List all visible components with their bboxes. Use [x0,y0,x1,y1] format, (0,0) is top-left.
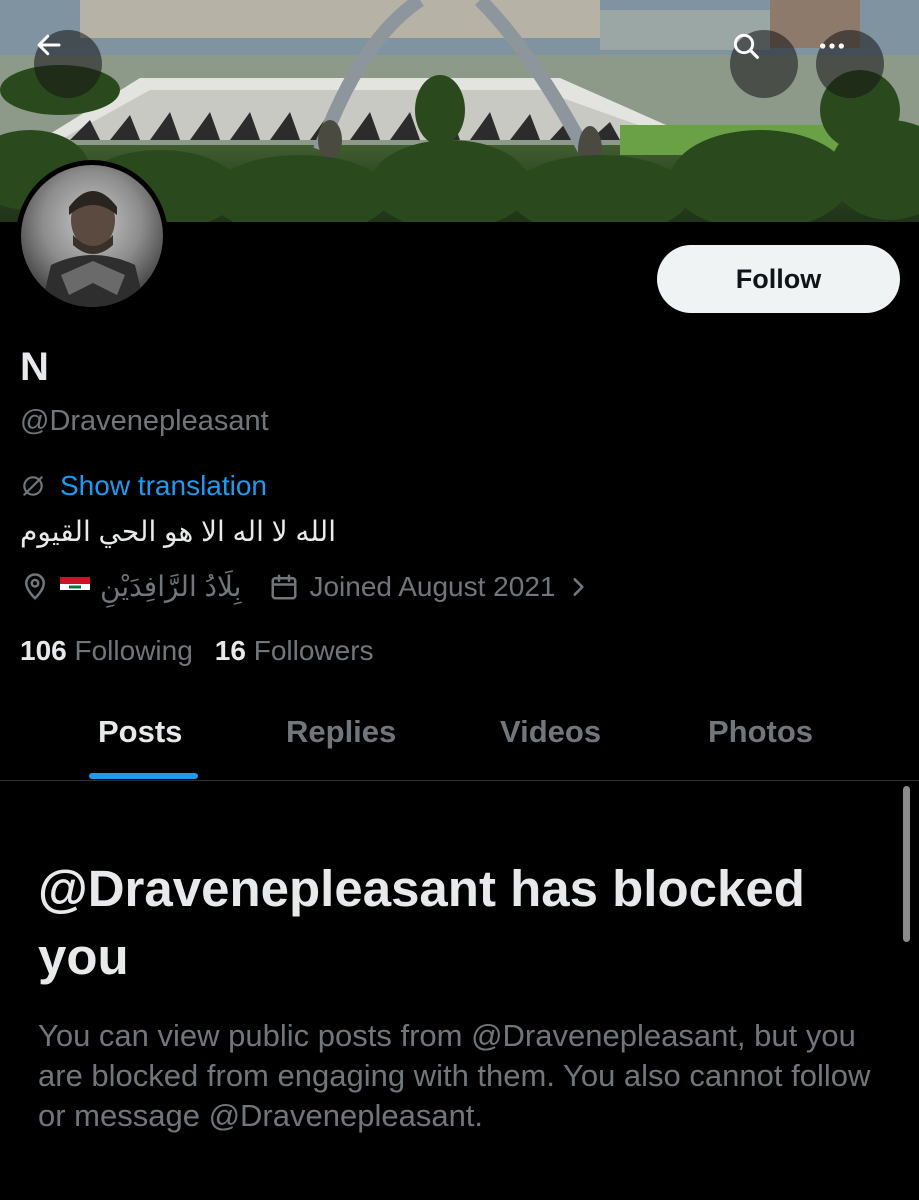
following-count: 106 [20,635,67,666]
active-tab-indicator [89,773,198,779]
joined-item[interactable]: Joined August 2021 [269,571,591,603]
followers-stat[interactable]: 16 Followers [215,635,374,667]
iraq-flag-icon [60,576,90,597]
more-horizontal-icon [820,43,844,49]
tab-photos[interactable]: Photos [708,714,813,750]
calendar-icon [271,574,297,599]
following-stat[interactable]: 106 Following [20,635,193,667]
tab-posts[interactable]: Posts [98,714,182,750]
search-button[interactable] [730,30,798,98]
avatar-image [21,165,163,307]
chevron-right-icon [573,577,585,596]
tab-videos[interactable]: Videos [500,714,601,750]
location-item: بِلَادُ الرَّافِدَيْنِ [20,570,241,603]
following-label: Following [74,635,193,666]
follow-button[interactable]: Follow [657,245,900,313]
arrow-left-icon [37,34,61,56]
more-button[interactable] [816,30,884,98]
joined-text: Joined August 2021 [309,570,556,602]
display-name: N [20,345,49,389]
blocked-description: You can view public posts from @Dravenep… [38,1018,871,1133]
profile-bio: الله لا اله الا هو الحي القيوم [20,516,336,547]
profile-handle: @Dravenepleasant [20,405,269,437]
profile-stats: 106 Following 16 Followers [20,635,374,667]
followers-count: 16 [214,635,246,666]
show-translation-link[interactable]: Show translation [60,470,267,502]
scrollbar[interactable] [903,786,910,942]
show-translation-row[interactable]: Show translation [20,470,267,502]
followers-label: Followers [253,635,374,666]
tab-replies[interactable]: Replies [286,714,396,750]
location-text: بِلَادُ الرَّافِدَيْنِ [100,571,242,602]
profile-tabs: Posts Replies Videos Photos [0,690,919,781]
location-pin-icon [24,572,46,600]
blocked-title: @Dravenepleasant has blocked you [38,860,805,985]
search-icon [733,33,759,59]
translate-icon [23,476,43,496]
profile-meta: بِلَادُ الرَّافِدَيْنِ Joined August 202… [20,570,591,603]
back-button[interactable] [34,30,102,98]
avatar[interactable] [16,160,168,312]
